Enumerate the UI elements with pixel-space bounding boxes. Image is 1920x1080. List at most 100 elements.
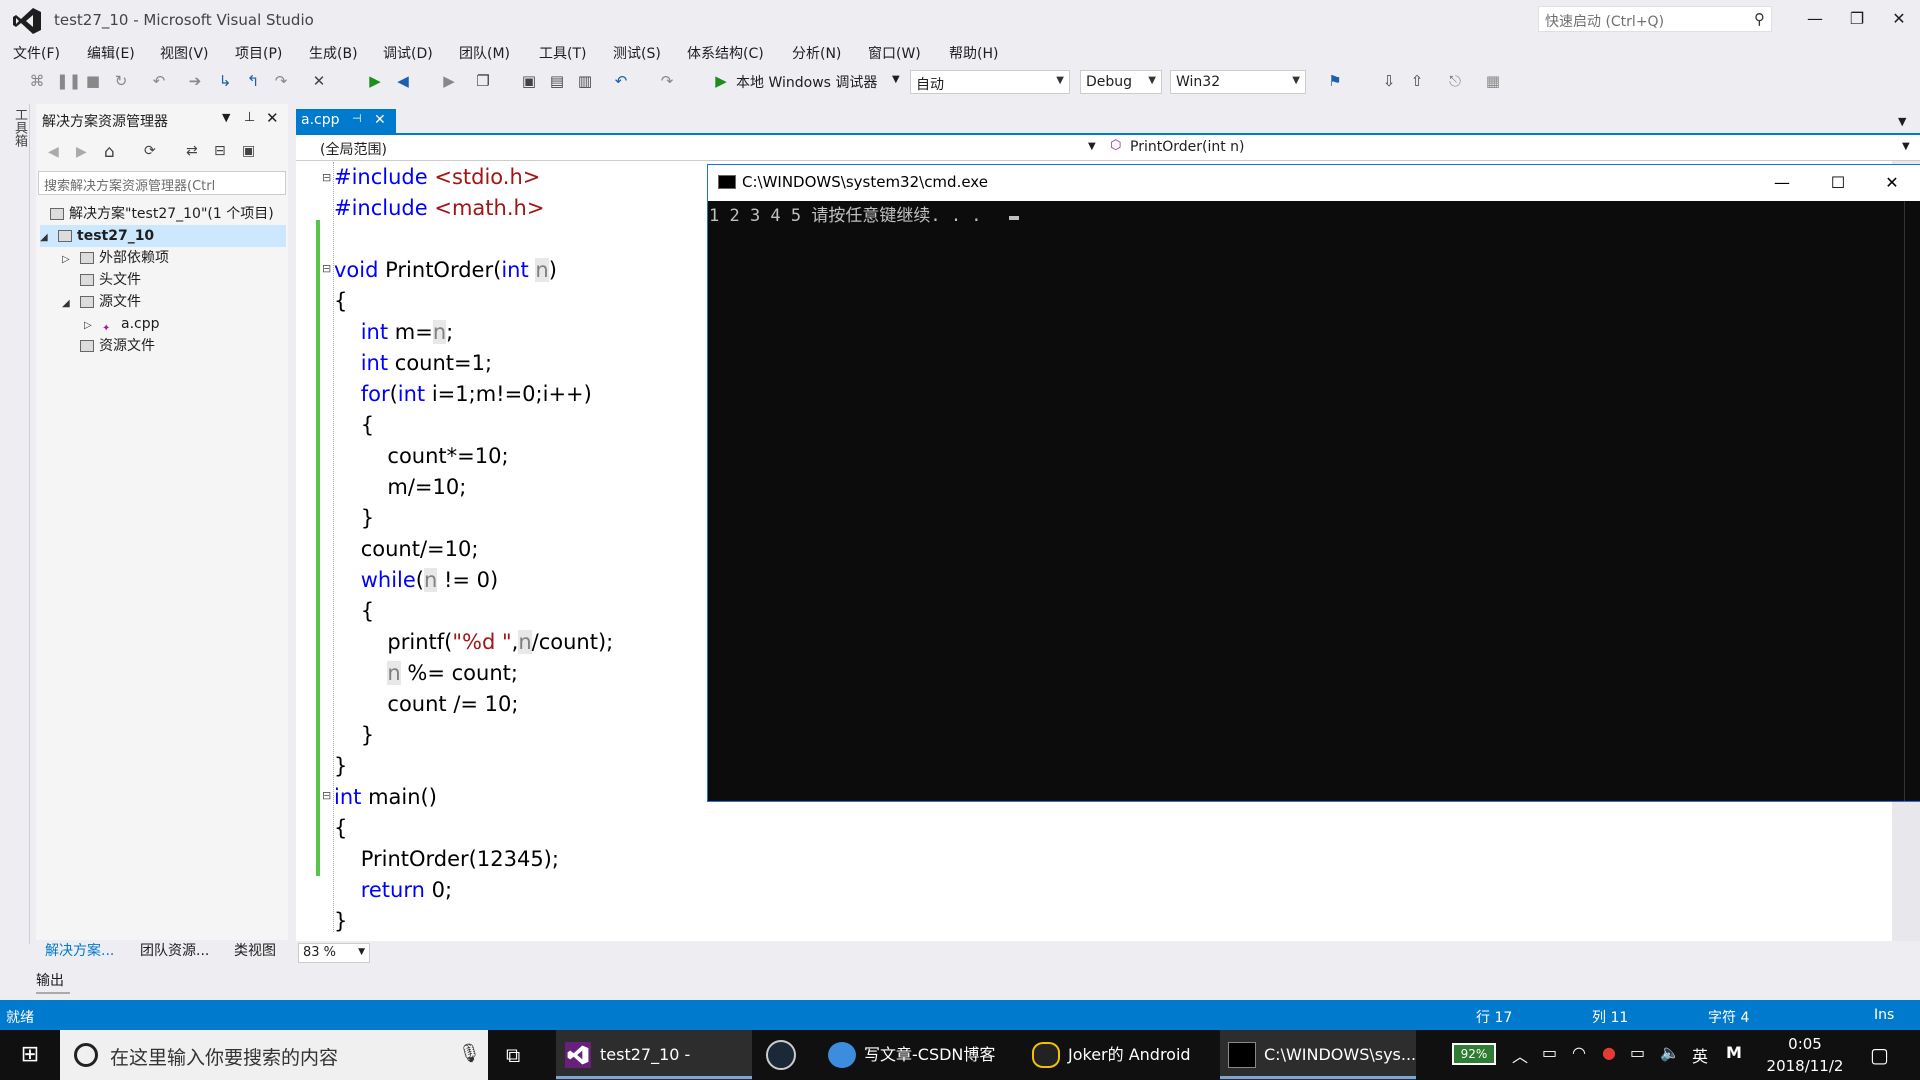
show-hidden-icons-icon[interactable]: ︿ [1512, 1043, 1528, 1067]
toggle-icon[interactable]: ⎋ [1446, 72, 1464, 90]
tab-team-explorer[interactable]: 团队资源... [140, 940, 209, 960]
forward-icon[interactable]: ▶ [76, 144, 87, 160]
expanded-arrow-icon[interactable]: ◢ [40, 227, 52, 249]
tree-item-external-deps[interactable]: ▷ 外部依赖项 [62, 247, 169, 269]
battery-indicator[interactable]: 92% [1452, 1043, 1496, 1065]
taskbar-app-browser[interactable]: 写文章-CSDN博客 [820, 1030, 1018, 1080]
back-icon[interactable]: ◀ [48, 144, 59, 160]
publish-icon[interactable]: ⇧ [1408, 72, 1426, 90]
menu-project[interactable]: 项目(P) [235, 43, 282, 63]
menu-view[interactable]: 视图(V) [160, 43, 209, 63]
microphone-icon[interactable]: 🎙 [458, 1043, 481, 1064]
wifi-icon[interactable]: ◠ [1572, 1043, 1586, 1062]
pin-icon[interactable]: ⊥ [244, 110, 255, 125]
panel-options-icon[interactable]: ▼ [222, 111, 230, 124]
restore-button[interactable]: ❐ [1836, 4, 1878, 34]
tree-item-a-cpp[interactable]: ▷ ✦ a.cpp [84, 313, 160, 335]
home-icon[interactable]: ⌂ [104, 142, 115, 162]
notification-center-icon[interactable]: ▢ [1870, 1043, 1889, 1067]
pin-tab-icon[interactable]: ⊣ [352, 112, 362, 125]
run-debugger-button[interactable]: 本地 Windows 调试器 [736, 72, 877, 92]
navigate-back-icon[interactable]: ◀ [394, 72, 412, 90]
find-icon[interactable]: ⚑ [1326, 72, 1344, 90]
deploy-icon[interactable]: ⇩ [1380, 72, 1398, 90]
toolbox-tab[interactable]: 工具箱 [10, 108, 29, 147]
menu-build[interactable]: 生成(B) [309, 43, 358, 63]
save-all-icon[interactable]: ▥ [576, 72, 594, 90]
cmd-scrollbar[interactable] [1904, 201, 1920, 801]
cmd-window[interactable] [707, 164, 1920, 802]
tree-item-source-files[interactable]: ◢ 源文件 [62, 291, 141, 313]
solution-config-dropdown[interactable]: 自动 ▼ [910, 70, 1070, 94]
minimize-button[interactable]: — [1794, 4, 1836, 34]
battery-icon[interactable]: ▭ [1630, 1043, 1645, 1062]
steam-icon[interactable] [766, 1040, 796, 1070]
open-file-icon[interactable]: ▣ [520, 72, 538, 90]
collapse-all-icon[interactable]: ⊟ [214, 143, 226, 159]
menu-analyze[interactable]: 分析(N) [792, 43, 841, 63]
sync-icon[interactable]: ⇄ [186, 143, 198, 159]
pause-icon[interactable]: ❚❚ [56, 72, 81, 90]
menu-edit[interactable]: 编辑(E) [87, 43, 135, 63]
collapsed-arrow-icon[interactable]: ▷ [84, 315, 96, 337]
windows-start-icon[interactable]: ⊞ [0, 1030, 60, 1080]
menu-tools[interactable]: 工具(T) [539, 43, 586, 63]
tab-class-view[interactable]: 类视图 [234, 940, 276, 960]
tree-item-header-files[interactable]: 头文件 [80, 269, 141, 291]
cmd-minimize-button[interactable]: — [1754, 166, 1810, 200]
ime-mode[interactable]: M [1726, 1043, 1742, 1062]
member-dropdown[interactable]: ⬡ PrintOrder(int n) ▼ [1106, 137, 1916, 159]
menu-test[interactable]: 测试(S) [613, 43, 661, 63]
clock-date[interactable]: 2018/11/2 [1764, 1057, 1846, 1075]
step-over-icon[interactable]: ➔ [186, 72, 204, 90]
clock-time[interactable]: 0:05 [1770, 1035, 1840, 1053]
scope-dropdown[interactable]: (全局范围) ▼ [318, 137, 1102, 159]
volume-icon[interactable]: 🔈 [1660, 1043, 1680, 1062]
zoom-dropdown[interactable]: 83 % ▼ [298, 943, 370, 963]
panel-close-icon[interactable]: ✕ [266, 109, 279, 127]
build-config-dropdown[interactable]: Debug ▼ [1080, 70, 1162, 94]
qq-tray-icon[interactable]: ● [1602, 1043, 1616, 1062]
taskbar-app-qq[interactable]: Joker的 Android [1024, 1030, 1216, 1080]
code-text[interactable]: #include <stdio.h> #include <math.h> voi… [334, 162, 613, 937]
menu-debug[interactable]: 调试(D) [383, 43, 433, 63]
menu-window[interactable]: 窗口(W) [868, 43, 921, 63]
stop-icon[interactable]: ■ [84, 72, 102, 90]
cmd-close-button[interactable]: ✕ [1864, 166, 1920, 200]
new-project-icon[interactable]: ❐ [474, 72, 492, 90]
editor-horizontal-scrollbar[interactable] [378, 947, 1882, 959]
menu-help[interactable]: 帮助(H) [949, 43, 998, 63]
run-icon[interactable]: ▶ [712, 72, 730, 90]
undo-icon[interactable]: ↶ [612, 72, 630, 90]
solution-search-input[interactable]: 搜索解决方案资源管理器(Ctrl [38, 171, 286, 195]
step-into-icon[interactable]: ↳ [216, 72, 234, 90]
layout-icon[interactable]: ▦ [1484, 72, 1502, 90]
platform-dropdown[interactable]: Win32 ▼ [1170, 70, 1306, 94]
step-out-icon[interactable]: ↰ [244, 72, 262, 90]
redo-icon[interactable]: ↷ [658, 72, 676, 90]
ime-language[interactable]: 英 [1692, 1043, 1708, 1067]
collapsed-arrow-icon[interactable]: ▷ [62, 249, 74, 271]
restart-icon[interactable]: ↻ [112, 72, 130, 90]
collapse-region-icon[interactable]: ⊟ [322, 171, 331, 184]
menu-team[interactable]: 团队(M) [459, 43, 510, 63]
quick-launch-input[interactable]: 快速启动 (Ctrl+Q) ⚲ [1538, 6, 1772, 32]
close-tab-icon[interactable]: ✕ [374, 112, 386, 128]
menu-file[interactable]: 文件(F) [13, 43, 60, 63]
close-button[interactable]: ✕ [1878, 4, 1920, 34]
show-next-statement-icon[interactable]: ↶ [150, 72, 168, 90]
tree-item-solution[interactable]: 解决方案"test27_10"(1 个项目) [50, 203, 286, 225]
process-icon[interactable]: ⌘ [28, 72, 46, 90]
output-tab[interactable]: 输出 [36, 970, 64, 990]
expanded-arrow-icon[interactable]: ◢ [62, 293, 74, 315]
show-all-files-icon[interactable]: ▣ [242, 143, 255, 159]
history-icon[interactable]: ⟳ [144, 143, 156, 159]
taskbar-app-visual-studio[interactable]: test27_10 - Micro... [556, 1030, 752, 1080]
tab-list-dropdown-icon[interactable]: ▼ [1898, 115, 1906, 128]
device-icon[interactable]: ▭ [1542, 1043, 1557, 1062]
save-icon[interactable]: ▤ [548, 72, 566, 90]
start-debugging-icon[interactable]: ▶ [366, 72, 384, 90]
tab-solution-explorer[interactable]: 解决方案... [45, 940, 114, 960]
cmd-maximize-button[interactable]: ☐ [1810, 166, 1866, 200]
navigate-forward-icon[interactable]: ▶ [440, 72, 458, 90]
